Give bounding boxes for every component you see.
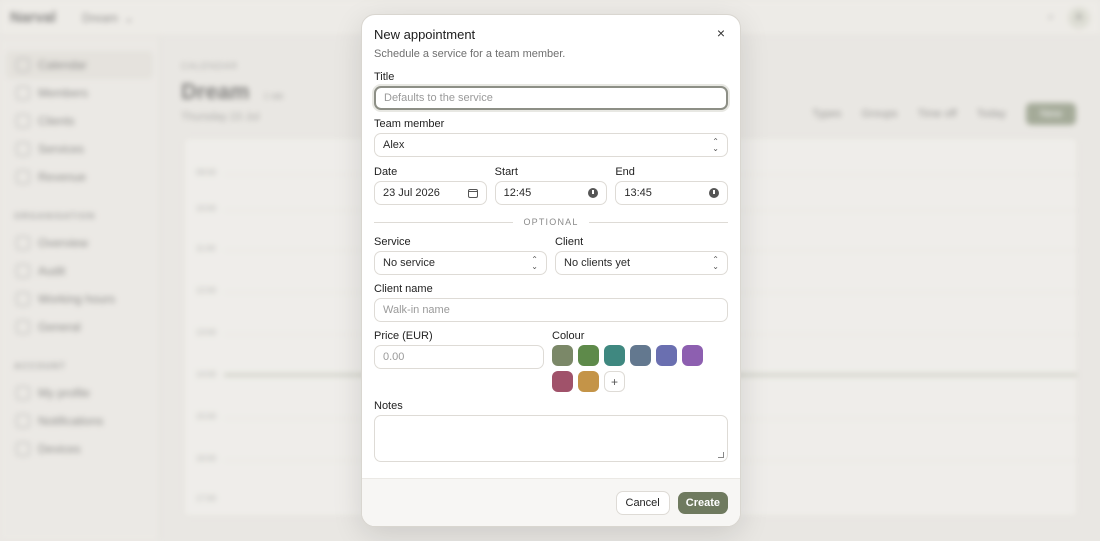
resize-handle-icon[interactable]	[718, 452, 724, 458]
end-label: End	[615, 166, 635, 178]
cancel-button[interactable]: Cancel	[615, 490, 670, 515]
dialog-footer: Cancel Create	[362, 478, 740, 526]
date-value: 23 Jul 2026	[383, 187, 440, 199]
clock-icon[interactable]	[588, 188, 599, 198]
client-name-placeholder: Walk-in name	[383, 304, 450, 316]
service-label: Service	[374, 236, 411, 248]
close-icon: ×	[716, 25, 726, 41]
create-button[interactable]: Create	[677, 491, 728, 514]
client-label: Client	[555, 236, 584, 248]
client-select[interactable]: No clients yet ⌃ ⌄	[555, 251, 728, 275]
plus-icon: +	[610, 374, 618, 389]
client-name-input[interactable]: Walk-in name	[374, 298, 728, 322]
colour-swatch[interactable]	[604, 345, 625, 366]
colour-swatch[interactable]	[552, 345, 573, 366]
start-label: Start	[494, 166, 518, 178]
colour-swatch[interactable]	[630, 345, 651, 366]
add-colour-button[interactable]: +	[604, 371, 625, 392]
close-button[interactable]: ×	[712, 24, 730, 42]
optional-label: OPTIONAL	[523, 217, 579, 227]
optional-divider: OPTIONAL	[374, 217, 728, 227]
title-label: Title	[374, 71, 395, 83]
colour-swatch[interactable]	[552, 371, 573, 392]
service-select[interactable]: No service ⌃ ⌄	[374, 251, 547, 275]
team-member-label: Team member	[374, 118, 445, 130]
notes-textarea[interactable]	[374, 415, 728, 462]
chevron-updown-icon: ⌃ ⌄	[712, 255, 719, 271]
client-value: No clients yet	[564, 257, 631, 269]
date-input[interactable]: 23 Jul 2026	[374, 181, 487, 205]
calendar-icon[interactable]	[467, 188, 478, 198]
date-label: Date	[374, 166, 398, 178]
price-input[interactable]: 0.00	[374, 345, 544, 369]
title-input[interactable]: Defaults to the service	[374, 86, 728, 110]
chevron-updown-icon: ⌃ ⌄	[531, 255, 538, 271]
end-time-input[interactable]: 13:45	[615, 181, 729, 205]
notes-label: Notes	[374, 400, 403, 412]
colour-swatch[interactable]	[682, 345, 703, 366]
price-label: Price (EUR)	[374, 330, 433, 342]
title-input-placeholder: Defaults to the service	[384, 92, 493, 104]
new-appointment-dialog: × New appointment Schedule a service for…	[361, 14, 741, 527]
colour-swatch[interactable]	[578, 345, 599, 366]
colour-label: Colour	[552, 330, 585, 342]
dialog-title: New appointment	[374, 27, 476, 42]
clock-icon[interactable]	[709, 188, 720, 198]
end-time-value: 13:45	[624, 187, 652, 199]
team-member-select[interactable]: Alex ⌃ ⌄	[374, 133, 728, 157]
price-placeholder: 0.00	[383, 351, 405, 363]
dialog-subtitle: Schedule a service for a team member.	[374, 48, 566, 60]
colour-swatch[interactable]	[656, 345, 677, 366]
colour-picker: +	[552, 345, 728, 392]
team-member-value: Alex	[383, 139, 405, 151]
chevron-updown-icon: ⌃ ⌄	[712, 137, 719, 153]
start-time-input[interactable]: 12:45	[494, 181, 608, 205]
client-name-label: Client name	[374, 283, 433, 295]
service-value: No service	[383, 257, 435, 269]
start-time-value: 12:45	[503, 187, 532, 199]
colour-swatch[interactable]	[578, 371, 599, 392]
